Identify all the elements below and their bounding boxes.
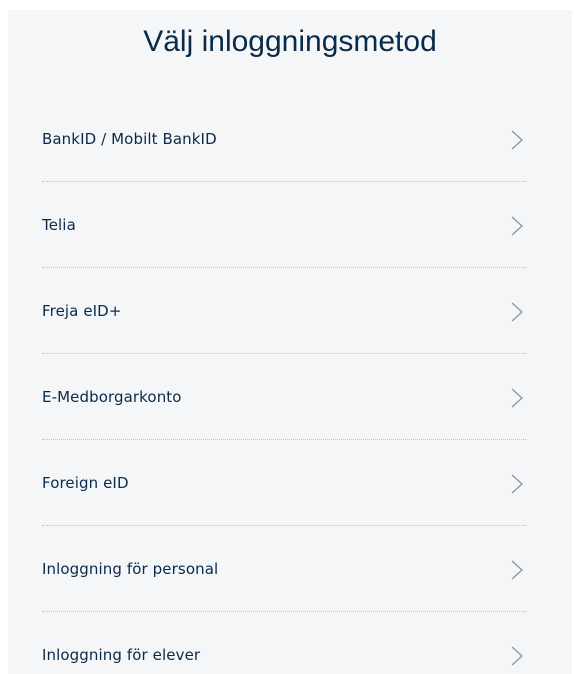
login-method-foreign-eid[interactable]: Foreign eID [42, 440, 526, 526]
chevron-right-icon [511, 130, 523, 150]
login-method-label: BankID / Mobilt BankID [42, 130, 217, 148]
login-method-label: Telia [42, 216, 76, 234]
chevron-right-icon [511, 388, 523, 408]
login-method-label: Foreign eID [42, 474, 129, 492]
login-method-elever[interactable]: Inloggning för elever [42, 612, 526, 674]
login-method-telia[interactable]: Telia [42, 182, 526, 268]
chevron-right-icon [511, 474, 523, 494]
login-method-e-medborgarkonto[interactable]: E-Medborgarkonto [42, 354, 526, 440]
chevron-right-icon [511, 216, 523, 236]
page-title: Välj inloggningsmetod [143, 25, 437, 58]
login-method-freja-eid[interactable]: Freja eID+ [42, 268, 526, 354]
login-method-list: BankID / Mobilt BankID Telia Freja eID+ … [42, 96, 526, 674]
chevron-right-icon [511, 560, 523, 580]
chevron-right-icon [511, 302, 523, 322]
login-method-label: Inloggning för elever [42, 646, 201, 664]
login-method-personal[interactable]: Inloggning för personal [42, 526, 526, 612]
chevron-right-icon [511, 646, 523, 666]
login-method-label: Inloggning för personal [42, 560, 219, 578]
login-method-panel: Välj inloggningsmetod BankID / Mobilt Ba… [8, 10, 572, 674]
login-method-label: E-Medborgarkonto [42, 388, 182, 406]
login-method-label: Freja eID+ [42, 302, 122, 320]
login-method-bankid[interactable]: BankID / Mobilt BankID [42, 96, 526, 182]
